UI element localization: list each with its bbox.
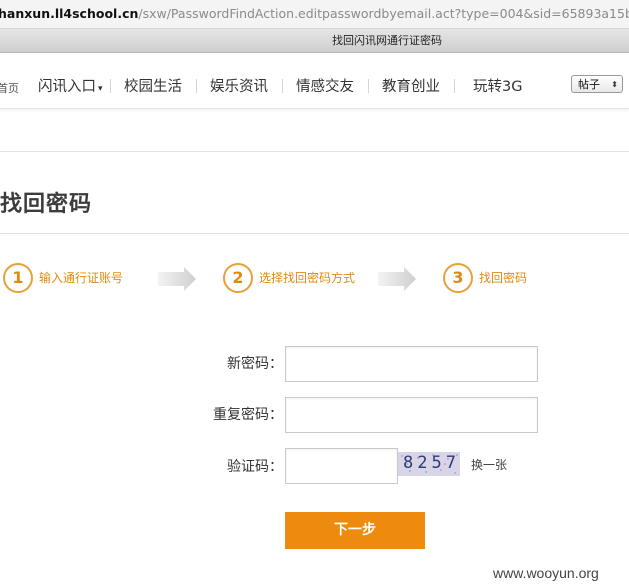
nav-item-3g[interactable]: 玩转3G — [473, 53, 522, 108]
watermark: www.wooyun.org — [493, 565, 599, 581]
step-number: 3 — [443, 263, 473, 293]
captcha-label: 验证码： — [227, 459, 283, 475]
nav-home-link[interactable]: 首页 — [0, 53, 19, 108]
arrow-right-icon — [158, 267, 196, 291]
select-arrows-icon: ⬍ — [611, 80, 618, 89]
step-label: 输入通行证账号 — [39, 271, 124, 285]
nav-item-education[interactable]: 教育创业 — [382, 53, 440, 108]
nav-divider — [454, 79, 455, 93]
captcha-image[interactable]: 8257 — [398, 452, 460, 476]
captcha-field[interactable] — [285, 448, 398, 484]
nav-item-entertainment[interactable]: 娱乐资讯 — [210, 53, 268, 108]
new-password-field[interactable] — [285, 346, 538, 382]
top-nav: 首页 闪讯入口 ▾ 校园生活 娱乐资讯 情感交友 教育创业 玩转3G 帖子 ⬍ — [0, 53, 629, 109]
nav-item-dating[interactable]: 情感交友 — [296, 53, 354, 108]
nav-item-shanxun-entry[interactable]: 闪讯入口 ▾ — [38, 53, 103, 108]
repeat-password-field[interactable] — [285, 397, 538, 433]
refresh-captcha-link[interactable]: 换一张 — [471, 456, 507, 473]
url-path: /sxw/PasswordFindAction.editpasswordbyem… — [138, 6, 629, 21]
step-number: 1 — [3, 263, 33, 293]
chevron-down-icon: ▾ — [98, 84, 103, 94]
window-title: 找回闪讯网通行证密码 — [332, 34, 442, 47]
nav-item-label: 闪讯入口 — [38, 79, 96, 95]
nav-divider — [196, 79, 197, 93]
step-label: 找回密码 — [479, 271, 528, 285]
arrow-right-icon — [378, 267, 416, 291]
new-password-label: 新密码： — [227, 356, 283, 372]
step-number: 2 — [223, 263, 253, 293]
search-type-select[interactable]: 帖子 ⬍ — [571, 75, 623, 93]
divider — [0, 151, 629, 152]
page-title: 找回密码 — [0, 192, 93, 217]
window-title-bar: 找回闪讯网通行证密码 — [0, 29, 629, 53]
nav-divider — [368, 79, 369, 93]
nav-divider — [282, 79, 283, 93]
divider — [0, 233, 629, 234]
url-host: hanxun.ll4school.cn — [0, 6, 139, 21]
next-step-button[interactable]: 下一步 — [285, 512, 425, 549]
repeat-password-label: 重复密码： — [213, 407, 283, 423]
step-label: 选择找回密码方式 — [259, 271, 356, 285]
nav-item-campus-life[interactable]: 校园生活 — [124, 53, 182, 108]
select-value: 帖子 — [578, 78, 600, 91]
nav-divider — [110, 79, 111, 93]
address-bar[interactable]: hanxun.ll4school.cn/sxw/PasswordFindActi… — [0, 0, 629, 29]
captcha-code: 8257 — [403, 453, 460, 473]
